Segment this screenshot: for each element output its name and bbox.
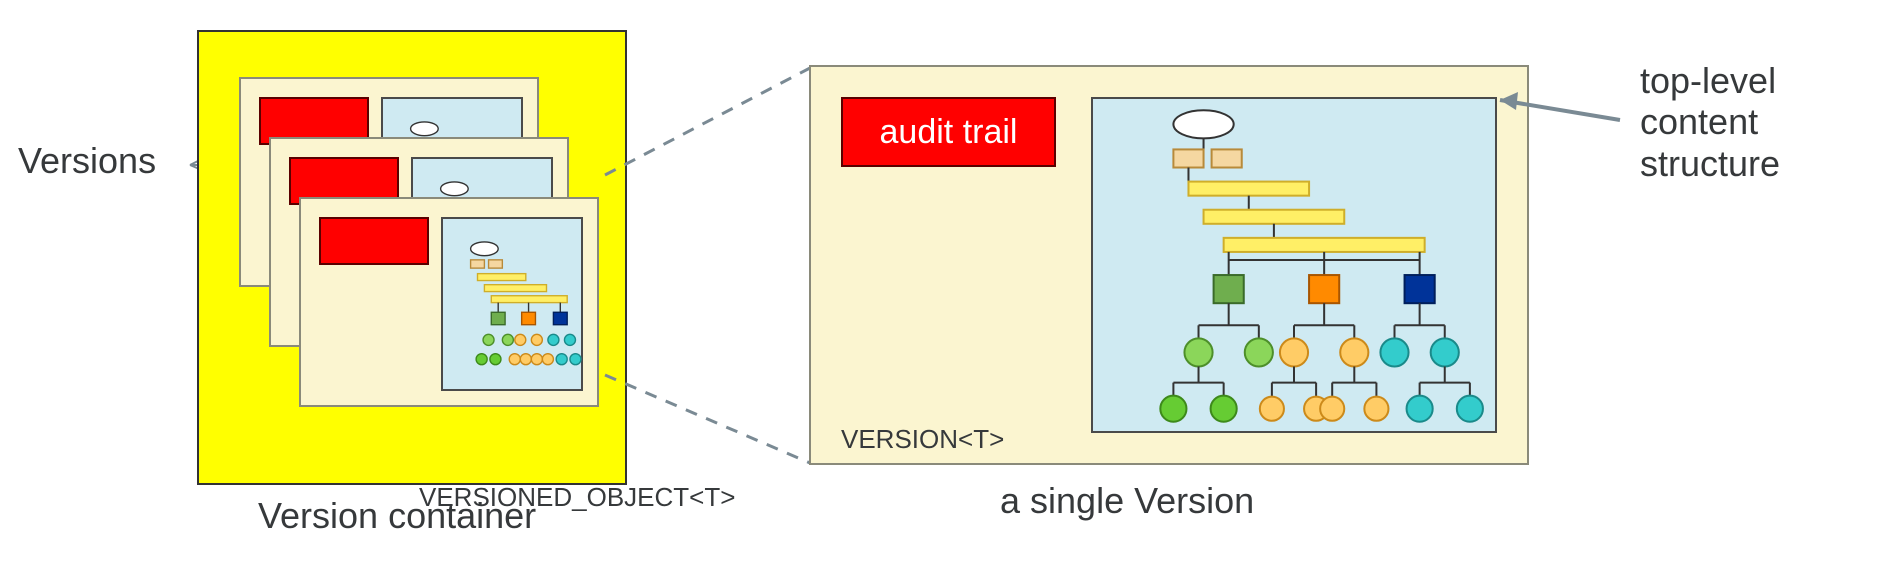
callout-arrow-icon [0,0,1881,565]
top-level-content-label: top-levelcontentstructure [1640,60,1780,184]
diagram-stage: Versions VERSIONED_OBJECT<T> [0,0,1881,565]
